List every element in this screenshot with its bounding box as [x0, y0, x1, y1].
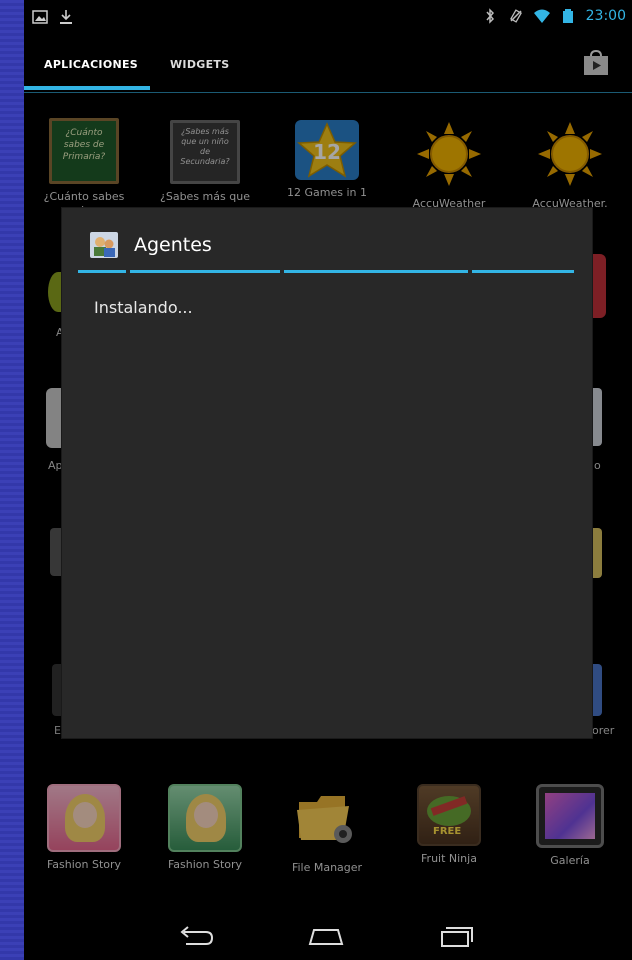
tab-applications[interactable]: APLICACIONES: [44, 58, 138, 71]
active-tab-indicator: [24, 86, 150, 90]
dialog-message: Instalando...: [94, 298, 193, 317]
recent-apps-icon[interactable]: [436, 924, 476, 948]
battery-icon: [562, 9, 573, 23]
desktop-background: [0, 0, 24, 960]
install-dialog: Agentes Instalando...: [62, 208, 592, 738]
dialog-title-divider: [78, 270, 574, 273]
home-icon[interactable]: [306, 924, 346, 948]
agents-app-icon: [90, 232, 118, 258]
download-icon: [60, 10, 72, 24]
bluetooth-icon: [486, 8, 494, 24]
back-icon[interactable]: [176, 924, 216, 948]
device-screen: 23:00 APLICACIONES WIDGETS ¿Cuánto sabes…: [24, 0, 632, 960]
status-bar: 23:00: [24, 0, 632, 36]
app-drawer-tabs: APLICACIONES WIDGETS: [24, 36, 632, 93]
tab-widgets[interactable]: WIDGETS: [170, 58, 229, 71]
play-store-icon[interactable]: [582, 50, 610, 76]
clock: 23:00: [585, 8, 626, 24]
no-vibrate-icon: [509, 9, 522, 23]
image-icon: [32, 10, 48, 24]
wifi-icon: [533, 9, 550, 23]
dialog-title: Agentes: [134, 234, 212, 256]
navigation-bar: [24, 912, 632, 960]
